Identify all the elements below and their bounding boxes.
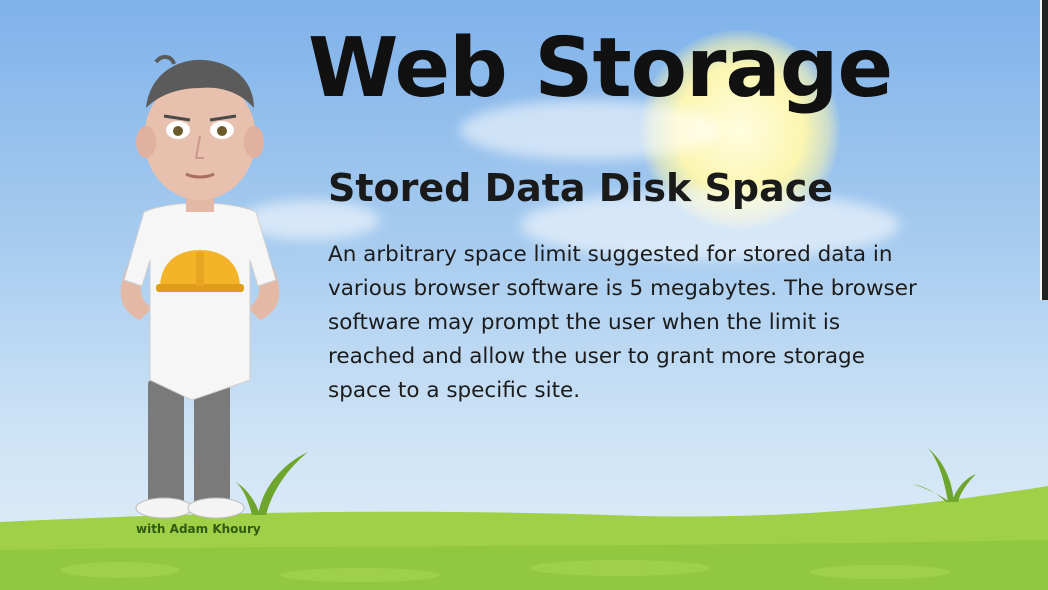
slide-subtitle: Stored Data Disk Space	[328, 166, 834, 210]
grass-tuft-right	[912, 448, 976, 502]
presenter-credit: with Adam Khoury	[136, 522, 261, 536]
slide-body-text: An arbitrary space limit suggested for s…	[328, 242, 917, 403]
slide-scene: Web Storage Stored Data Disk Space An ar…	[0, 0, 1048, 590]
presenter-character	[120, 55, 280, 519]
slide-title: Web Storage	[308, 21, 893, 116]
